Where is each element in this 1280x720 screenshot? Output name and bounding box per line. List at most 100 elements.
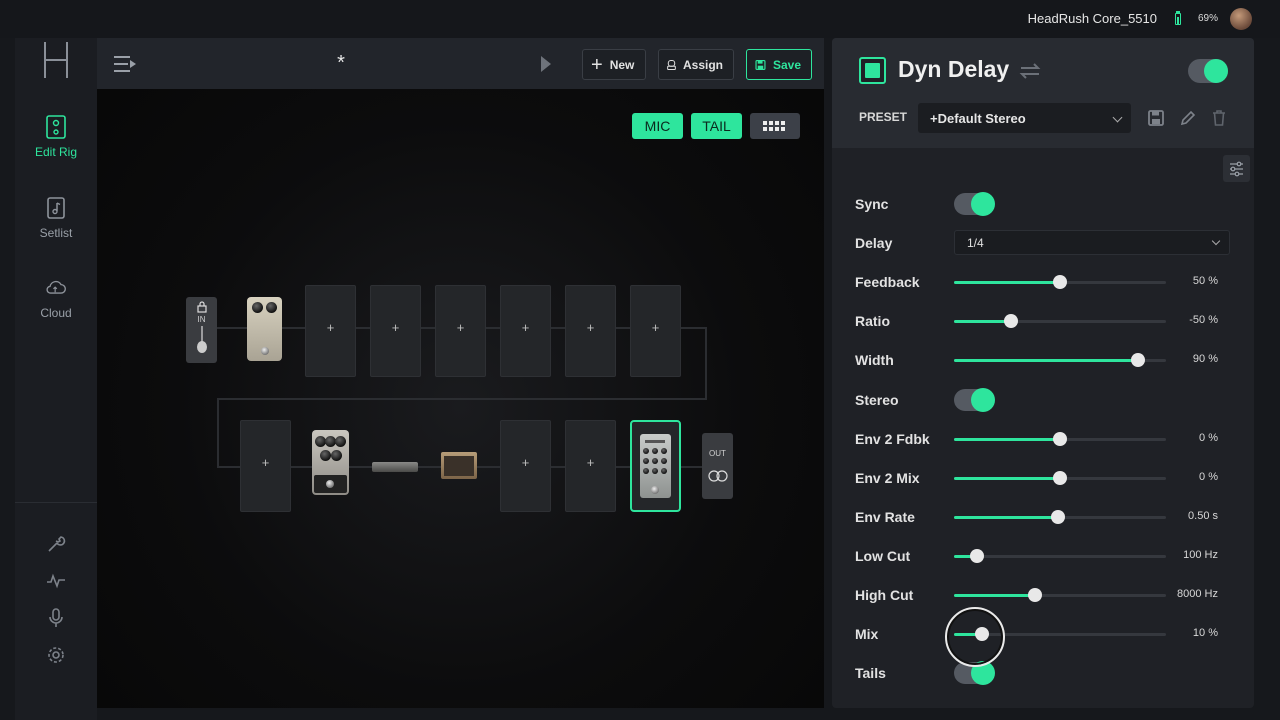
- rig-canvas: * + New Assign Save MIC TAIL IN + + + + …: [97, 38, 824, 708]
- app-root: HeadRush Core_5510 69% Edit Rig Setlist …: [0, 0, 1280, 720]
- width-value: 90 %: [1192, 353, 1218, 366]
- low-cut-slider[interactable]: [954, 548, 1166, 563]
- grid-view-button[interactable]: [750, 113, 800, 139]
- env-2-fdbk-slider[interactable]: [954, 431, 1166, 446]
- swap-effect-icon[interactable]: [1018, 60, 1042, 82]
- slider-thumb[interactable]: [1004, 314, 1019, 329]
- nav-item-label: Setlist: [39, 226, 73, 240]
- delete-trash-icon[interactable]: [1210, 109, 1228, 127]
- overdrive-pedal[interactable]: [247, 297, 282, 361]
- empty-slot[interactable]: +: [630, 285, 681, 377]
- save-icon: [755, 59, 766, 70]
- sync-label: Sync: [855, 196, 889, 212]
- empty-slot[interactable]: +: [500, 420, 551, 512]
- save-button[interactable]: Save: [746, 49, 812, 80]
- rig-menu-icon[interactable]: [113, 55, 137, 73]
- effect-name: Dyn Delay: [898, 56, 1010, 82]
- nav-item-edit-rig[interactable]: Edit Rig: [15, 115, 97, 159]
- assign-button[interactable]: Assign: [658, 49, 734, 80]
- nav-item-label: Cloud: [40, 306, 72, 320]
- new-button-label: New: [609, 57, 635, 72]
- cabinet-block[interactable]: [441, 452, 477, 479]
- guitar-icon: [196, 326, 207, 353]
- lock-icon: [196, 301, 207, 313]
- slider-fill: [954, 515, 1058, 519]
- cloud-icon: [46, 280, 66, 294]
- sync-toggle[interactable]: [954, 192, 995, 216]
- dyn-delay-pedal: [640, 434, 671, 498]
- microphone-icon[interactable]: [46, 608, 66, 628]
- delay-dropdown[interactable]: 1/4: [954, 230, 1230, 256]
- edit-pencil-icon[interactable]: [1179, 109, 1197, 127]
- slider-thumb[interactable]: [1027, 588, 1042, 602]
- tail-toggle-button[interactable]: TAIL: [691, 113, 742, 139]
- nav-item-label: Edit Rig: [34, 145, 78, 159]
- preset-value: +Default Stereo: [930, 111, 1026, 126]
- preset-dropdown[interactable]: +Default Stereo: [918, 103, 1131, 133]
- nav-item-setlist[interactable]: Setlist: [15, 196, 97, 240]
- stereo-label: Stereo: [855, 391, 899, 408]
- empty-slot[interactable]: +: [500, 285, 551, 377]
- mix-label: Mix: [855, 626, 879, 643]
- slider-fill: [954, 437, 1060, 441]
- empty-slot[interactable]: +: [305, 285, 356, 377]
- preset-label: PRESET: [859, 110, 908, 124]
- settings-gear-icon[interactable]: [46, 645, 66, 665]
- ratio-value: -50 %: [1189, 314, 1218, 327]
- slider-thumb[interactable]: [1131, 353, 1146, 368]
- effect-color-button[interactable]: [859, 57, 886, 84]
- user-avatar[interactable]: [1230, 8, 1252, 30]
- compressor-pedal[interactable]: [312, 430, 349, 495]
- effect-bypass-toggle[interactable]: [1188, 59, 1228, 83]
- toggle-knob: [971, 387, 995, 412]
- feedback-slider[interactable]: [954, 275, 1166, 290]
- output-block[interactable]: OUT: [702, 433, 733, 499]
- waveform-icon[interactable]: [46, 571, 66, 591]
- env-rate-value: 0.50 s: [1188, 509, 1218, 522]
- low-cut-label: Low Cut: [855, 547, 911, 564]
- save-preset-icon[interactable]: [1147, 109, 1165, 127]
- slider-thumb[interactable]: [1053, 275, 1067, 290]
- rig-toolbar: * + New Assign Save: [97, 38, 824, 89]
- toggle-knob: [1204, 59, 1228, 83]
- play-icon[interactable]: [541, 56, 551, 72]
- touch-indicator: [945, 607, 1005, 667]
- empty-slot[interactable]: +: [565, 420, 616, 512]
- nav-item-cloud[interactable]: Cloud: [15, 276, 97, 320]
- slider-thumb[interactable]: [1053, 431, 1067, 446]
- ratio-slider[interactable]: [954, 314, 1166, 329]
- slider-fill: [954, 281, 1060, 285]
- selected-delay-slot[interactable]: [630, 420, 681, 512]
- nav-divider: [15, 502, 97, 503]
- env-2-fdbk-value: 0 %: [1199, 431, 1218, 444]
- pedal-icon: [46, 115, 66, 139]
- env-2-mix-slider[interactable]: [954, 470, 1166, 485]
- empty-slot[interactable]: +: [240, 420, 291, 512]
- footswitch-icon: [667, 59, 676, 70]
- signal-chain-wire: [217, 398, 219, 468]
- slider-fill: [954, 476, 1060, 480]
- advanced-settings-button[interactable]: [1223, 155, 1250, 182]
- slider-fill: [954, 359, 1139, 363]
- slider-thumb[interactable]: [1050, 509, 1065, 524]
- grid-icon: [763, 120, 785, 131]
- env-rate-slider[interactable]: [954, 509, 1166, 524]
- empty-slot[interactable]: +: [370, 285, 421, 377]
- new-rig-button[interactable]: + New: [582, 49, 646, 80]
- high-cut-slider[interactable]: [954, 588, 1166, 602]
- amp-head-block[interactable]: [372, 462, 418, 472]
- save-button-label: Save: [772, 57, 801, 72]
- slider-thumb[interactable]: [970, 548, 985, 563]
- wrench-icon[interactable]: [46, 534, 66, 554]
- mic-toggle-button[interactable]: MIC: [632, 113, 683, 139]
- env-2-fdbk-label: Env 2 Fdbk: [855, 430, 930, 447]
- empty-slot[interactable]: +: [435, 285, 486, 377]
- effect-header: Dyn Delay PRESET +Default Stereo: [832, 38, 1254, 148]
- width-slider[interactable]: [954, 353, 1166, 368]
- stereo-toggle[interactable]: [954, 387, 995, 412]
- empty-slot[interactable]: +: [565, 285, 616, 377]
- sliders-icon: [1230, 161, 1243, 177]
- input-block[interactable]: IN: [186, 297, 217, 363]
- tails-label: Tails: [855, 665, 886, 682]
- slider-thumb[interactable]: [1053, 470, 1067, 485]
